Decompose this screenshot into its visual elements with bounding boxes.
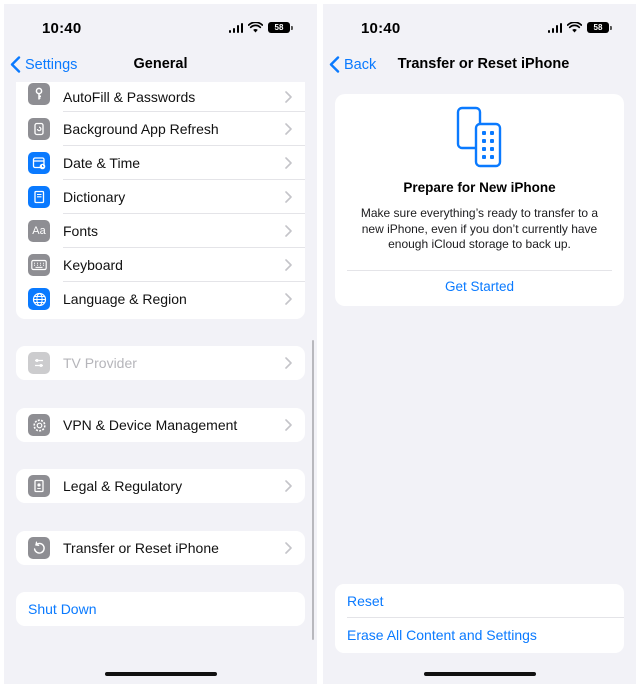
back-button[interactable]: Back	[329, 56, 376, 73]
page-title: General	[133, 56, 188, 72]
get-started-button[interactable]: Get Started	[335, 279, 624, 294]
cellular-signal-icon	[547, 22, 562, 33]
settings-group-tv-provider: TV Provider	[16, 346, 305, 380]
settings-row-keyboard[interactable]: Keyboard	[16, 248, 305, 282]
settings-row-label: VPN & Device Management	[63, 417, 238, 433]
settings-row-language-region[interactable]: Language & Region	[16, 282, 305, 316]
tv-provider-icon	[28, 352, 50, 374]
card-description: Make sure everything’s ready to transfer…	[360, 206, 599, 251]
status-time: 10:40	[361, 20, 401, 37]
prepare-new-iphone-card: Prepare for New iPhone Make sure everyth…	[335, 94, 624, 306]
gear-icon	[28, 414, 50, 436]
general-settings-screen: 10:40 58 Settings General AutoFill & Pas…	[4, 4, 317, 684]
settings-row-background-app-refresh[interactable]: Background App Refresh	[16, 112, 305, 146]
status-icons: 58	[228, 22, 293, 33]
settings-row-fonts[interactable]: Aa Fonts	[16, 214, 305, 248]
settings-row-label: Keyboard	[63, 257, 123, 273]
wifi-icon	[567, 22, 582, 33]
settings-row-label: Transfer or Reset iPhone	[63, 540, 219, 556]
chevron-right-icon	[285, 225, 292, 237]
status-icons: 58	[547, 22, 612, 33]
two-phones-icon	[456, 106, 501, 168]
reset-label: Reset	[347, 593, 384, 609]
settings-row-label: Dictionary	[63, 189, 126, 205]
wifi-icon	[248, 22, 263, 33]
settings-row-transfer-reset-iphone[interactable]: Transfer or Reset iPhone	[16, 531, 305, 565]
back-button-label: Back	[344, 56, 377, 73]
shut-down-label: Shut Down	[28, 601, 97, 617]
chevron-right-icon	[285, 480, 292, 492]
battery-icon: 58	[268, 22, 293, 33]
settings-group-vpn: VPN & Device Management	[16, 408, 305, 442]
page-title: Transfer or Reset iPhone	[397, 56, 570, 72]
scroll-indicator[interactable]	[311, 340, 314, 640]
settings-row-label: Date & Time	[63, 155, 141, 171]
battery-icon: 58	[587, 22, 612, 33]
settings-row-vpn-device-management[interactable]: VPN & Device Management	[16, 408, 305, 442]
settings-row-label: Fonts	[63, 223, 99, 239]
shut-down-button[interactable]: Shut Down	[16, 592, 305, 626]
chevron-right-icon	[285, 191, 292, 203]
globe-icon	[28, 288, 50, 310]
keyboard-icon	[28, 254, 50, 276]
transfer-reset-screen: 10:40 58 Back Transfer or Reset iPhone P…	[323, 4, 636, 684]
reset-options-group: Reset Erase All Content and Settings	[335, 584, 624, 653]
chevron-right-icon	[285, 91, 292, 103]
chevron-right-icon	[285, 542, 292, 554]
reset-button[interactable]: Reset	[335, 584, 624, 618]
card-divider	[347, 270, 612, 271]
home-indicator[interactable]	[423, 672, 536, 676]
settings-group-shut-down: Shut Down	[16, 592, 305, 626]
card-title: Prepare for New iPhone	[403, 180, 556, 195]
settings-row-date-time[interactable]: Date & Time	[16, 146, 305, 180]
status-bar: 10:40 58	[4, 4, 317, 52]
fonts-icon: Aa	[28, 220, 50, 242]
settings-row-label: AutoFill & Passwords	[63, 89, 196, 105]
settings-group-legal: Legal & Regulatory	[16, 469, 305, 503]
status-time: 10:40	[42, 20, 82, 37]
calendar-clock-icon	[28, 152, 50, 174]
cellular-signal-icon	[228, 22, 243, 33]
settings-row-label: Legal & Regulatory	[63, 478, 183, 494]
settings-row-tv-provider[interactable]: TV Provider	[16, 346, 305, 380]
chevron-right-icon	[285, 157, 292, 169]
chevron-right-icon	[285, 293, 292, 305]
settings-group-transfer-reset: Transfer or Reset iPhone	[16, 531, 305, 565]
navigation-bar: Settings General	[4, 52, 317, 82]
home-indicator[interactable]	[104, 672, 217, 676]
chevron-left-icon	[329, 56, 340, 73]
settings-row-label: TV Provider	[63, 355, 137, 371]
settings-group-general: AutoFill & Passwords Background App Refr…	[16, 82, 305, 319]
chevron-right-icon	[285, 357, 292, 369]
navigation-bar: Back Transfer or Reset iPhone	[323, 52, 636, 82]
settings-row-label: Background App Refresh	[63, 121, 219, 137]
key-icon	[28, 83, 50, 105]
chevron-right-icon	[285, 419, 292, 431]
settings-row-autofill-passwords[interactable]: AutoFill & Passwords	[16, 82, 305, 112]
book-icon	[28, 186, 50, 208]
chevron-right-icon	[285, 259, 292, 271]
refresh-icon	[28, 118, 50, 140]
settings-row-label: Language & Region	[63, 291, 187, 307]
erase-all-content-button[interactable]: Erase All Content and Settings	[335, 618, 624, 652]
settings-row-dictionary[interactable]: Dictionary	[16, 180, 305, 214]
status-bar: 10:40 58	[323, 4, 636, 52]
erase-all-content-label: Erase All Content and Settings	[347, 627, 537, 643]
reset-icon	[28, 537, 50, 559]
chevron-right-icon	[285, 123, 292, 135]
document-icon	[28, 475, 50, 497]
settings-row-legal-regulatory[interactable]: Legal & Regulatory	[16, 469, 305, 503]
